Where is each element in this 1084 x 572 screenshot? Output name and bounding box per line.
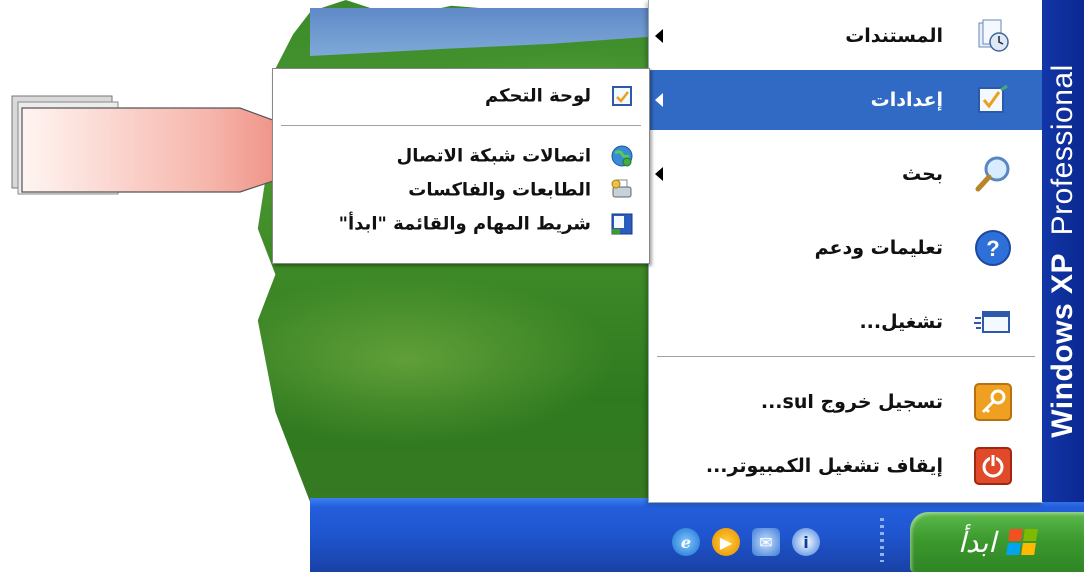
ie-icon[interactable]: e <box>672 528 700 556</box>
submenu-arrow-icon <box>655 29 663 43</box>
menu-item-label: إيقاف تشغيل الكمبيوتر... <box>705 455 943 477</box>
menu-item-label: إعدادات <box>870 89 943 111</box>
menu-item-run[interactable]: تشغيل... <box>649 292 1043 352</box>
settings-submenu: لوحة التحكم اتصالات شبكة الاتصال الطابعا… <box>272 68 650 264</box>
search-icon <box>973 154 1013 194</box>
menu-item-label: تعليمات ودعم <box>814 237 943 259</box>
start-menu: المستندات إعدادات بحث تعليمات ودعم ? تشغ… <box>648 0 1043 503</box>
submenu-item-network-connections[interactable]: اتصالات شبكة الاتصال <box>273 139 649 173</box>
menu-separator <box>657 356 1035 357</box>
control-panel-icon <box>609 83 635 109</box>
media-player-icon[interactable]: ▶ <box>712 528 740 556</box>
brand-bold: Windows XP <box>1046 253 1080 438</box>
submenu-item-label: شريط المهام والقائمة "ابدأ" <box>338 213 591 235</box>
menu-item-label: تشغيل... <box>859 311 943 333</box>
documents-icon <box>973 16 1013 56</box>
submenu-item-label: الطابعات والفاكسات <box>408 179 591 201</box>
menu-item-search[interactable]: بحث <box>649 144 1043 204</box>
menu-item-logoff[interactable]: تسجيل خروج sul... <box>649 372 1043 432</box>
menu-item-help[interactable]: تعليمات ودعم ? <box>649 218 1043 278</box>
help-icon: ? <box>973 228 1013 268</box>
menu-item-documents[interactable]: المستندات <box>649 6 1043 66</box>
menu-item-shutdown[interactable]: إيقاف تشغيل الكمبيوتر... <box>649 436 1043 496</box>
settings-icon <box>973 80 1013 120</box>
brand-regular: Professional <box>1046 64 1080 236</box>
printers-icon <box>609 177 635 203</box>
logoff-key-icon <box>973 382 1013 422</box>
submenu-arrow-icon <box>655 167 663 181</box>
windows-xp-brand-bar: Windows XP Professional <box>1042 0 1084 502</box>
submenu-arrow-icon <box>655 93 663 107</box>
power-icon <box>973 446 1013 486</box>
taskbar-grip[interactable] <box>880 518 884 562</box>
submenu-item-taskbar-start-menu[interactable]: شريط المهام والقائمة "ابدأ" <box>273 207 649 241</box>
outlook-icon[interactable]: ✉ <box>752 528 780 556</box>
windows-flag-icon <box>1006 529 1038 555</box>
quick-launch-bar: e ▶ ✉ i <box>672 523 820 561</box>
submenu-separator <box>281 125 641 126</box>
submenu-item-control-panel[interactable]: لوحة التحكم <box>273 79 649 113</box>
submenu-item-label: لوحة التحكم <box>484 85 591 107</box>
network-connections-icon <box>609 143 635 169</box>
info-icon[interactable]: i <box>792 528 820 556</box>
submenu-item-label: اتصالات شبكة الاتصال <box>396 145 591 167</box>
menu-item-label: بحث <box>902 163 943 185</box>
run-icon <box>973 302 1013 342</box>
menu-item-label: المستندات <box>845 25 943 47</box>
start-button[interactable]: ابدأ <box>910 512 1084 572</box>
menu-item-settings[interactable]: إعدادات <box>649 70 1043 130</box>
taskbar-icon <box>609 211 635 237</box>
start-button-label: ابدأ <box>957 525 997 559</box>
submenu-item-printers[interactable]: الطابعات والفاكسات <box>273 173 649 207</box>
menu-item-label: تسجيل خروج sul... <box>760 391 943 413</box>
svg-text:?: ? <box>986 236 999 261</box>
